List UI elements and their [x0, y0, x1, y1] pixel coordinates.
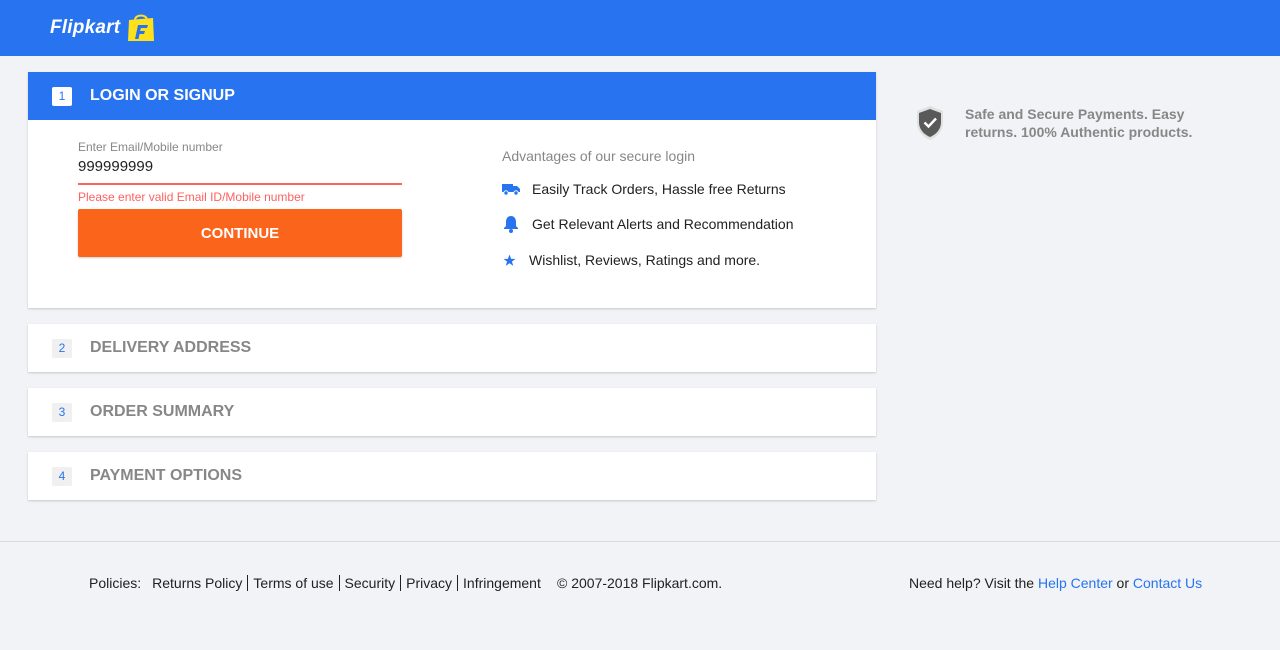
advantage-text: Easily Track Orders, Hassle free Returns [532, 181, 786, 197]
step-order-summary: 3 ORDER SUMMARY [28, 388, 876, 436]
step-header: 2 DELIVERY ADDRESS [28, 324, 876, 372]
step-header: 1 LOGIN OR SIGNUP [28, 72, 876, 120]
top-header-bar: Flipkart [0, 0, 1280, 56]
advantage-item-track-orders: Easily Track Orders, Hassle free Returns [502, 181, 786, 197]
secure-payments-text: Safe and Secure Payments. Easy returns. … [965, 106, 1193, 140]
step-header: 3 ORDER SUMMARY [28, 388, 876, 436]
step-title: PAYMENT OPTIONS [90, 467, 243, 484]
continue-button[interactable]: CONTINUE [78, 209, 402, 257]
footer: Policies: Returns Policy Terms of use Se… [0, 541, 1280, 650]
step-title: DELIVERY ADDRESS [90, 339, 252, 356]
logo-text: Flipkart [50, 17, 121, 38]
help-or: or [1116, 575, 1129, 591]
truck-icon [502, 181, 520, 197]
validation-error-text: Please enter valid Email ID/Mobile numbe… [78, 190, 305, 204]
login-form-panel: Enter Email/Mobile number Please enter v… [28, 120, 876, 308]
secure-payments-note: Safe and Secure Payments. Easy returns. … [915, 105, 1235, 141]
terms-of-use-link[interactable]: Terms of use [248, 575, 340, 591]
step-header: 4 PAYMENT OPTIONS [28, 452, 876, 500]
advantage-item-wishlist: Wishlist, Reviews, Ratings and more. [502, 252, 760, 268]
help-text: Need help? Visit the Help Center or Cont… [909, 575, 1202, 591]
help-center-link[interactable]: Help Center [1038, 575, 1113, 591]
help-prefix: Need help? Visit the [909, 575, 1035, 591]
email-mobile-input[interactable] [78, 155, 402, 185]
step-number: 1 [52, 86, 72, 106]
flipkart-logo[interactable]: Flipkart [50, 13, 156, 43]
security-link[interactable]: Security [340, 575, 402, 591]
step-number: 3 [52, 402, 72, 422]
bell-icon [502, 216, 520, 233]
policies-label: Policies: [89, 575, 142, 591]
advantage-text: Get Relevant Alerts and Recommendation [532, 216, 794, 232]
step-login-signup: 1 LOGIN OR SIGNUP Enter Email/Mobile num… [28, 72, 876, 308]
advantage-item-alerts: Get Relevant Alerts and Recommendation [502, 216, 794, 233]
step-number: 4 [52, 466, 72, 486]
shield-check-icon [917, 106, 943, 140]
step-title: LOGIN OR SIGNUP [90, 87, 235, 104]
contact-us-link[interactable]: Contact Us [1133, 575, 1202, 591]
star-icon [502, 252, 516, 268]
returns-policy-link[interactable]: Returns Policy [147, 575, 249, 591]
step-payment-options: 4 PAYMENT OPTIONS [28, 452, 876, 500]
advantage-text: Wishlist, Reviews, Ratings and more. [529, 252, 761, 268]
infringement-link[interactable]: Infringement [458, 575, 546, 591]
email-mobile-label: Enter Email/Mobile number [78, 140, 223, 154]
policies-links: Policies: Returns Policy Terms of use Se… [89, 575, 546, 591]
step-delivery-address: 2 DELIVERY ADDRESS [28, 324, 876, 372]
advantages-title: Advantages of our secure login [502, 148, 696, 164]
step-title: ORDER SUMMARY [90, 403, 235, 420]
copyright-text: © 2007-2018 Flipkart.com. [557, 575, 723, 591]
privacy-link[interactable]: Privacy [401, 575, 459, 591]
step-number: 2 [52, 338, 72, 358]
shopping-bag-logo-icon [128, 14, 155, 41]
